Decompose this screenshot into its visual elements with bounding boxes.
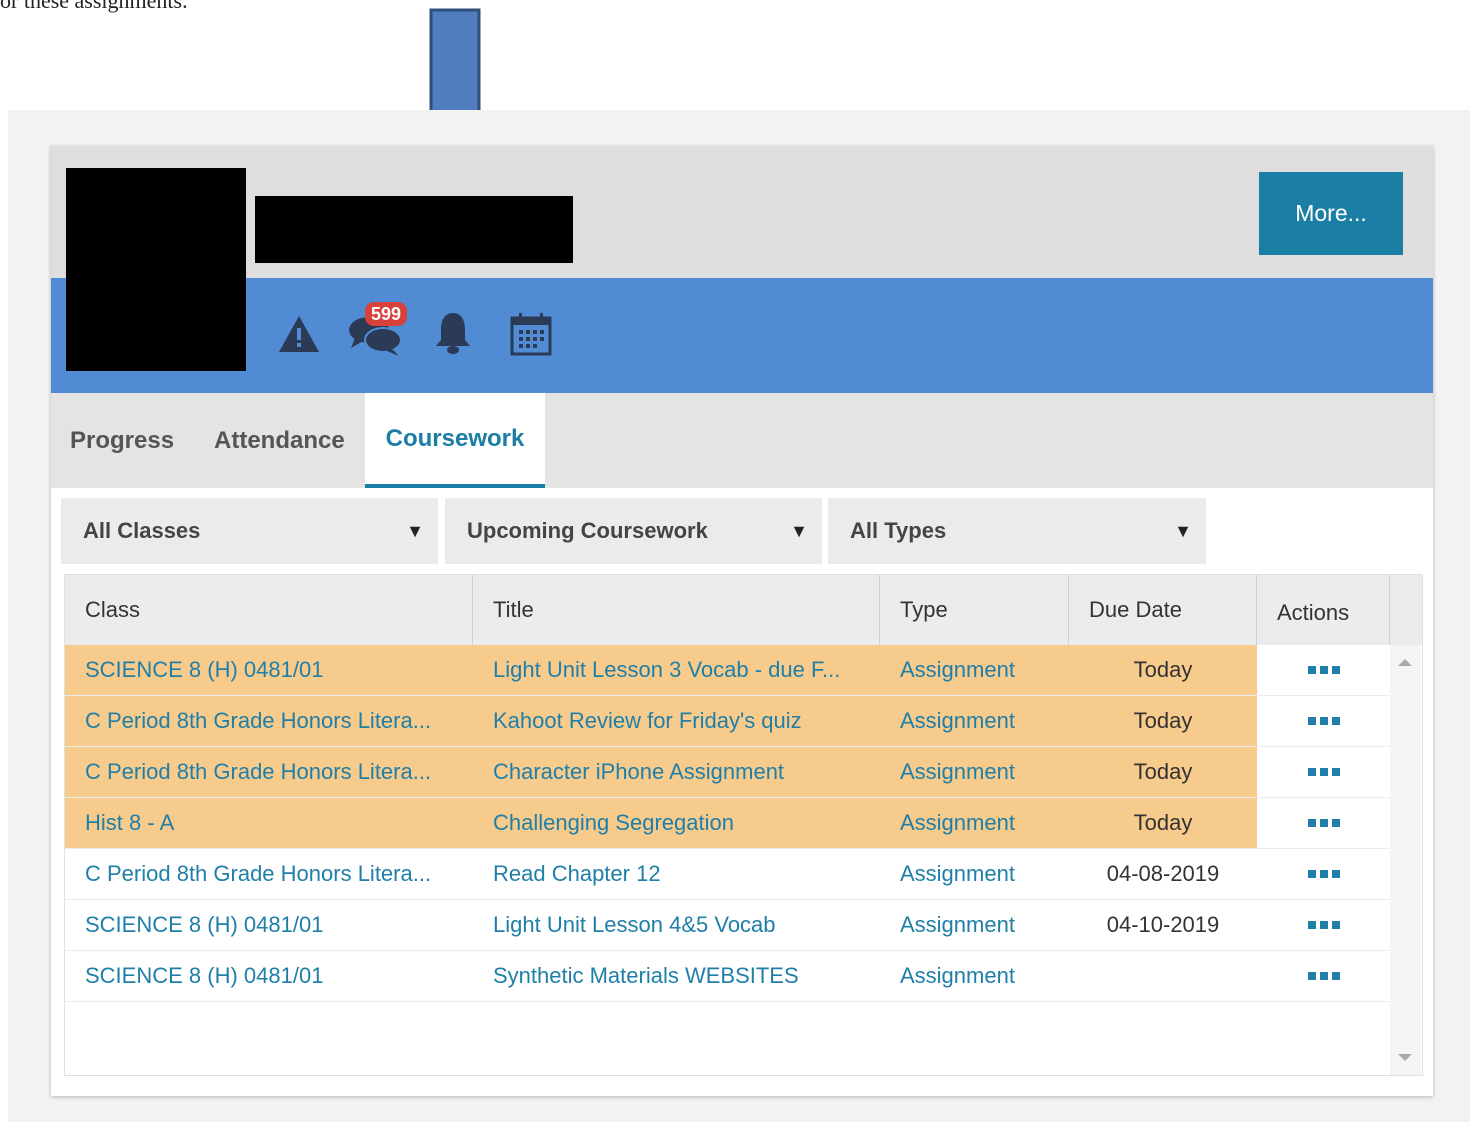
row-actions-menu[interactable] [1257, 696, 1390, 747]
redacted-student-name [255, 196, 573, 263]
more-dots-icon [1307, 972, 1340, 980]
title-link[interactable]: Light Unit Lesson 3 Vocab - due F... [493, 645, 873, 695]
column-header-type[interactable]: Type [880, 575, 1069, 645]
table-scrollbar[interactable] [1390, 645, 1421, 1075]
table-row: SCIENCE 8 (H) 0481/01 Light Unit Lesson 3… [65, 645, 1257, 696]
tab-coursework[interactable]: Coursework [365, 393, 545, 488]
message-count-badge: 599 [365, 302, 408, 326]
more-dots-icon [1307, 921, 1340, 929]
class-link[interactable]: SCIENCE 8 (H) 0481/01 [85, 900, 465, 950]
warning-icon[interactable] [277, 314, 321, 354]
type-filter-dropdown[interactable]: All Types ▼ [828, 498, 1206, 564]
column-header-due-date[interactable]: Due Date [1069, 575, 1257, 645]
class-link[interactable]: Hist 8 - A [85, 798, 465, 848]
class-link[interactable]: SCIENCE 8 (H) 0481/01 [85, 645, 465, 695]
type-cell[interactable]: Assignment [900, 951, 1065, 1001]
class-filter-label: All Classes [83, 518, 201, 543]
coursework-filter-label: Upcoming Coursework [467, 518, 708, 543]
caret-down-icon: ▼ [1174, 520, 1192, 541]
tab-bar: Progress Attendance Coursework [51, 393, 1433, 488]
title-link[interactable]: Challenging Segregation [493, 798, 873, 848]
type-filter-label: All Types [850, 518, 947, 543]
due-date-cell: Today [1133, 810, 1193, 835]
more-dots-icon [1307, 819, 1340, 827]
title-link[interactable]: Character iPhone Assignment [493, 747, 873, 797]
due-date-cell: Today [1133, 759, 1193, 784]
due-date-cell [1069, 951, 1257, 1001]
scroll-down-arrow-icon[interactable] [1398, 1054, 1412, 1061]
more-dots-icon [1307, 870, 1340, 878]
redacted-student-photo [66, 168, 246, 371]
more-dots-icon [1307, 768, 1340, 776]
row-actions-menu[interactable] [1257, 900, 1390, 951]
calendar-icon[interactable] [510, 312, 552, 356]
table-row: C Period 8th Grade Honors Litera... Read … [65, 849, 1257, 900]
column-header-title[interactable]: Title [473, 575, 880, 645]
table-row: SCIENCE 8 (H) 0481/01 Synthetic Materials… [65, 951, 1257, 1002]
coursework-table: Class Title Type Due Date Actions SCIENC… [64, 574, 1423, 1076]
class-filter-dropdown[interactable]: All Classes ▼ [61, 498, 438, 564]
more-button[interactable]: More... [1259, 172, 1403, 255]
scroll-up-arrow-icon[interactable] [1398, 659, 1412, 666]
coursework-filter-dropdown[interactable]: Upcoming Coursework ▼ [445, 498, 822, 564]
class-link[interactable]: C Period 8th Grade Honors Litera... [85, 696, 465, 746]
row-actions-menu[interactable] [1257, 951, 1390, 1002]
student-toolbar [51, 278, 1433, 393]
class-link[interactable]: C Period 8th Grade Honors Litera... [85, 849, 465, 899]
due-date-cell: Today [1133, 708, 1193, 733]
type-cell[interactable]: Assignment [900, 696, 1065, 746]
caret-down-icon: ▼ [406, 520, 424, 541]
bell-icon[interactable] [433, 310, 473, 356]
table-row: SCIENCE 8 (H) 0481/01 Light Unit Lesson 4… [65, 900, 1257, 951]
type-cell[interactable]: Assignment [900, 900, 1065, 950]
type-cell[interactable]: Assignment [900, 798, 1065, 848]
class-link[interactable]: C Period 8th Grade Honors Litera... [85, 747, 465, 797]
title-link[interactable]: Read Chapter 12 [493, 849, 873, 899]
tab-attendance[interactable]: Attendance [214, 393, 345, 488]
due-date-cell: Today [1133, 657, 1193, 682]
document-text-fragment: or these assignments. [0, 0, 188, 13]
type-cell[interactable]: Assignment [900, 645, 1065, 695]
table-header: Class Title Type Due Date Actions [65, 575, 1422, 645]
type-cell[interactable]: Assignment [900, 747, 1065, 797]
more-dots-icon [1307, 666, 1340, 674]
row-actions-menu[interactable] [1257, 849, 1390, 900]
column-header-class[interactable]: Class [65, 575, 473, 645]
title-link[interactable]: Kahoot Review for Friday's quiz [493, 696, 873, 746]
due-date-cell: 04-08-2019 [1106, 861, 1220, 886]
column-header-actions: Actions [1257, 575, 1390, 645]
title-link[interactable]: Light Unit Lesson 4&5 Vocab [493, 900, 873, 950]
type-cell[interactable]: Assignment [900, 849, 1065, 899]
more-dots-icon [1307, 717, 1340, 725]
row-actions-menu[interactable] [1257, 798, 1390, 849]
tab-progress[interactable]: Progress [70, 393, 174, 488]
table-row: C Period 8th Grade Honors Litera... Kahoo… [65, 696, 1257, 747]
row-actions-menu[interactable] [1257, 645, 1390, 696]
due-date-cell: 04-10-2019 [1106, 912, 1220, 937]
table-row: Hist 8 - A Challenging Segregation Assignm… [65, 798, 1257, 849]
table-row: C Period 8th Grade Honors Litera... Chara… [65, 747, 1257, 798]
caret-down-icon: ▼ [790, 520, 808, 541]
student-card: More... 599 Progress Attendance Coursewo… [51, 146, 1433, 1096]
title-link[interactable]: Synthetic Materials WEBSITES [493, 951, 873, 1001]
row-actions-menu[interactable] [1257, 747, 1390, 798]
class-link[interactable]: SCIENCE 8 (H) 0481/01 [85, 951, 465, 1001]
